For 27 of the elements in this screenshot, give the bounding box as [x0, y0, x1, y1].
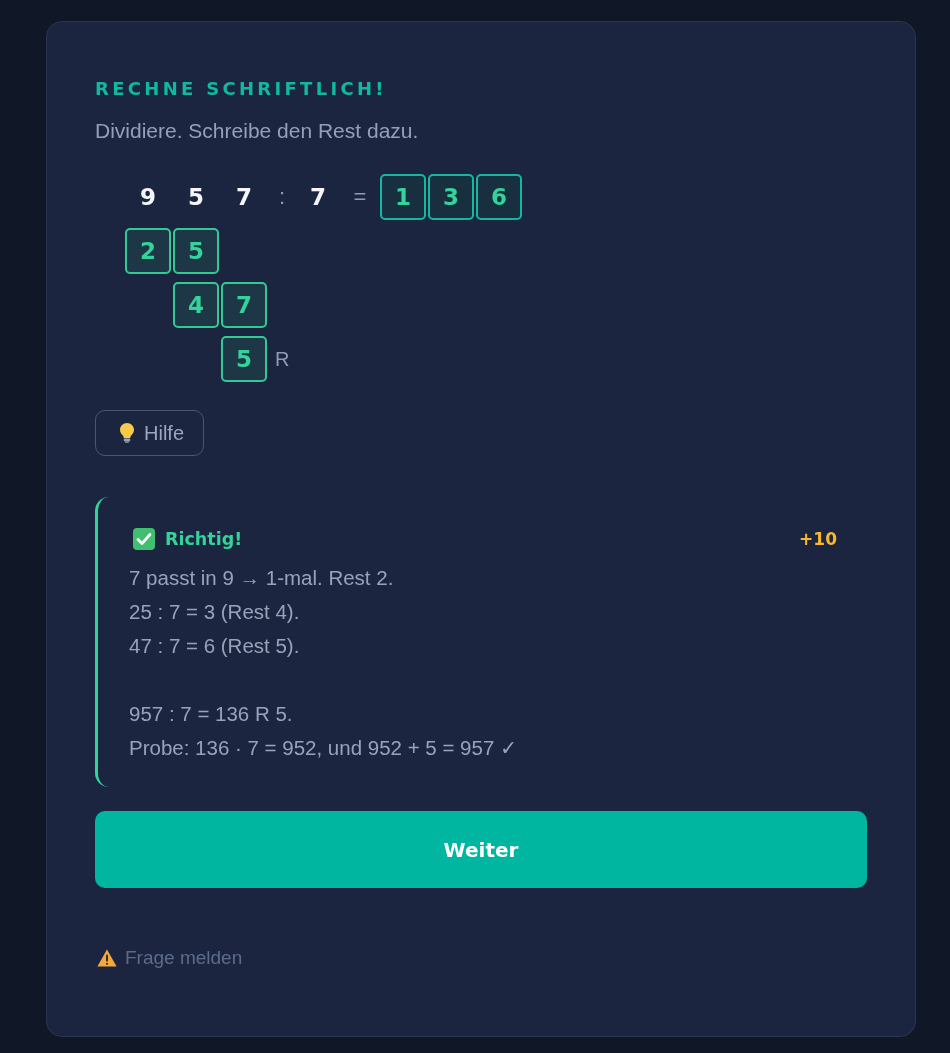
hint-button[interactable]: Hilfe: [95, 410, 204, 456]
answer-box[interactable]: 3: [428, 174, 474, 220]
explanation-line: 47 : 7 = 6 (Rest 5).: [129, 633, 300, 659]
task-instruction: Dividiere. Schreibe den Rest dazu.: [95, 119, 419, 143]
explanation-line: Probe: 136 · 7 = 952, und 952 + 5 = 957 ✓: [129, 735, 518, 761]
feedback-title: Richtig!: [165, 529, 243, 549]
explanation-line: 25 : 7 = 3 (Rest 4).: [129, 599, 300, 625]
answer-box[interactable]: 5: [221, 336, 267, 382]
answer-box[interactable]: 6: [476, 174, 522, 220]
remainder-label: R: [275, 347, 290, 371]
answer-box[interactable]: 2: [125, 228, 171, 274]
warning-icon: [97, 949, 117, 967]
explanation-line: 7 passt in 9 → 1-mal. Rest 2.: [129, 565, 394, 591]
answer-box[interactable]: 5: [173, 228, 219, 274]
dividend-digit: 7: [235, 184, 253, 210]
points-label: +10: [799, 529, 837, 549]
dividend-digit: 9: [139, 184, 157, 210]
answer-box[interactable]: 7: [221, 282, 267, 328]
answer-box[interactable]: 1: [380, 174, 426, 220]
answer-box[interactable]: 4: [173, 282, 219, 328]
task-title: RECHNE SCHRIFTLICH!: [95, 77, 387, 101]
explanation-line: 957 : 7 = 136 R 5.: [129, 701, 293, 727]
lightbulb-icon: [120, 423, 134, 443]
division-sign: :: [277, 184, 287, 210]
divisor-digit: 7: [309, 184, 327, 210]
equals-sign: =: [352, 184, 368, 210]
dividend-digit: 5: [187, 184, 205, 210]
